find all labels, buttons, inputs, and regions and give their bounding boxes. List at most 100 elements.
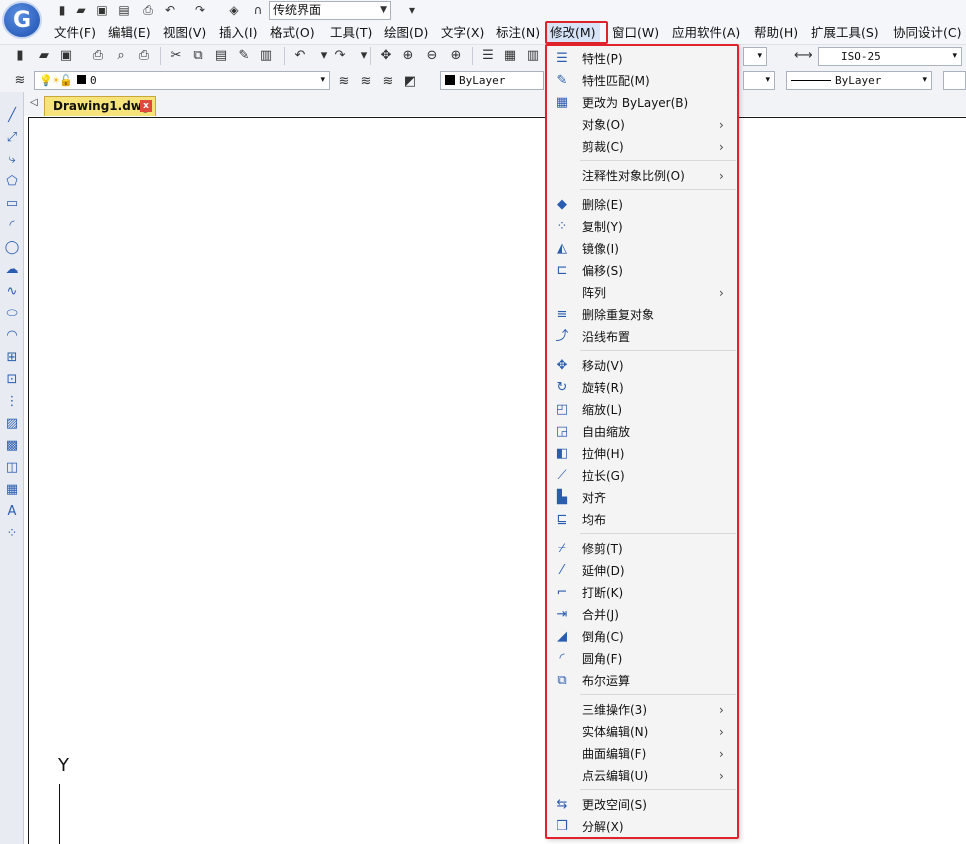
layers-icon[interactable]: ◈ [226, 2, 242, 18]
pan-icon[interactable]: ✥ [378, 48, 394, 64]
menu-4[interactable]: 格式(O) [270, 23, 315, 43]
menu-6[interactable]: 绘图(D) [384, 23, 428, 43]
layer-previous-icon[interactable]: ≋ [358, 74, 374, 90]
modify-menu-item[interactable]: ◆ 删除(E) [547, 194, 737, 216]
match-icon[interactable]: ✎ [236, 48, 252, 64]
menu-11[interactable]: 应用软件(A) [672, 23, 740, 43]
modify-menu-item[interactable]: 剪裁(C) › [547, 136, 737, 158]
linetype-combo-tail[interactable]: ▾ [743, 71, 775, 90]
menu-3[interactable]: 插入(I) [219, 23, 257, 43]
undo-drop-icon[interactable]: ▾ [316, 48, 332, 64]
modify-menu-item[interactable]: ◢ 倒角(C) [547, 626, 737, 648]
zoom-realtime-icon[interactable]: ⊕ [400, 48, 416, 64]
design-center-icon[interactable]: ▦ [502, 48, 518, 64]
make-current-layer-icon[interactable]: ≋ [336, 74, 352, 90]
text-icon[interactable]: A [4, 504, 20, 520]
modify-menu-item[interactable]: 点云编辑(U) › [547, 765, 737, 787]
dimstyle-combo[interactable]: ISO-25 ▾ [818, 47, 962, 66]
menu-5[interactable]: 工具(T) [330, 23, 372, 43]
modify-menu-item[interactable]: ✥ 移动(V) [547, 355, 737, 377]
plotstyle-combo[interactable] [943, 71, 966, 90]
save-icon[interactable]: ▣ [94, 2, 110, 18]
polyline-icon[interactable]: ⤷ [4, 152, 20, 168]
construction-line-icon[interactable]: ⤢ [4, 130, 20, 146]
spline-icon[interactable]: ∿ [4, 284, 20, 300]
modify-menu-item[interactable]: ↻ 旋转(R) [547, 377, 737, 399]
modify-menu-item[interactable]: 阵列 › [547, 282, 737, 304]
customize-quick-access-icon[interactable]: ▾ [404, 2, 420, 18]
modify-menu-item[interactable]: ⇥ 合并(J) [547, 604, 737, 626]
ellipse-icon[interactable]: ⬭ [4, 306, 20, 322]
revision-cloud-icon[interactable]: ☁ [4, 262, 20, 278]
redo-icon[interactable]: ↷ [192, 2, 208, 18]
modify-menu-item[interactable]: 对象(O) › [547, 114, 737, 136]
modify-menu-item[interactable]: ❒ 分解(X) [547, 816, 737, 838]
ellipse-arc-icon[interactable]: ◠ [4, 328, 20, 344]
layer-state-icon[interactable]: ≋ [380, 74, 396, 90]
modify-menu-item[interactable]: ◰ 缩放(L) [547, 399, 737, 421]
modify-menu-item[interactable]: ◲ 自由缩放 [547, 421, 737, 443]
headset-icon[interactable]: ∩ [250, 2, 266, 18]
tool-palette-icon[interactable]: ▥ [525, 48, 541, 64]
save-icon[interactable]: ▣ [58, 48, 74, 64]
open-icon[interactable]: ▰ [36, 48, 52, 64]
menu-13[interactable]: 扩展工具(S) [811, 23, 879, 43]
preview-icon[interactable]: ⌕ [113, 48, 129, 64]
modify-menu-item[interactable]: ≡ 删除重复对象 [547, 304, 737, 326]
menu-12[interactable]: 帮助(H) [754, 23, 798, 43]
hatch-icon[interactable]: ▨ [4, 416, 20, 432]
gradient-icon[interactable]: ▩ [4, 438, 20, 454]
modify-menu-item[interactable]: 实体编辑(N) › [547, 721, 737, 743]
modify-menu-item[interactable]: ◧ 拉伸(H) [547, 443, 737, 465]
close-icon[interactable]: x [140, 100, 152, 112]
modify-menu-item[interactable]: ◭ 镜像(I) [547, 238, 737, 260]
modify-menu-item[interactable]: ⌿ 修剪(T) [547, 538, 737, 560]
modify-menu-item[interactable]: ⁄ 延伸(D) [547, 560, 737, 582]
print-icon[interactable]: ⎙ [90, 48, 106, 64]
point-icon[interactable]: ⋮ [4, 394, 20, 410]
make-block-icon[interactable]: ⊡ [4, 372, 20, 388]
zoom-prev-icon[interactable]: ⊕ [448, 48, 464, 64]
paste-icon[interactable]: ▤ [213, 48, 229, 64]
modify-menu-item[interactable]: 三维操作(3) › [547, 699, 737, 721]
menu-8[interactable]: 标注(N) [496, 23, 540, 43]
save-as-icon[interactable]: ▤ [116, 2, 132, 18]
modify-menu-item[interactable]: ⧉ 布尔运算 [547, 670, 737, 692]
modify-menu-item[interactable]: ▦ 更改为 ByLayer(B) [547, 92, 737, 114]
color-combo[interactable]: ByLayer [440, 71, 544, 90]
insert-block-icon[interactable]: ⊞ [4, 350, 20, 366]
modify-menu-item[interactable]: 注释性对象比例(O) › [547, 165, 737, 187]
undo-icon[interactable]: ↶ [292, 48, 308, 64]
add-selected-icon[interactable]: ⁘ [4, 526, 20, 542]
textstyle-combo[interactable]: ▾ [743, 47, 767, 66]
chevron-down-icon[interactable]: ▼ [380, 2, 387, 19]
cut-icon[interactable]: ✂ [168, 48, 184, 64]
copy-icon[interactable]: ⧉ [190, 48, 206, 64]
print-icon[interactable]: ⎙ [140, 2, 156, 18]
arc-icon[interactable]: ◜ [4, 218, 20, 234]
menu-7[interactable]: 文字(X) [441, 23, 484, 43]
layer-manager-icon[interactable]: ≋ [12, 73, 28, 89]
properties-icon[interactable]: ☰ [480, 48, 496, 64]
zoom-window-icon[interactable]: ⊖ [424, 48, 440, 64]
tab-scroll-left-icon[interactable]: ◁ [30, 97, 38, 108]
menu-0[interactable]: 文件(F) [54, 23, 96, 43]
menu-2[interactable]: 视图(V) [163, 23, 206, 43]
layer-combo[interactable]: 💡☀🔓 0 ▾ [34, 71, 330, 90]
modify-menu-item[interactable]: 曲面编辑(F) › [547, 743, 737, 765]
document-tab[interactable]: Drawing1.dwg x [44, 96, 156, 116]
modify-menu-item[interactable]: ⌐ 打断(K) [547, 582, 737, 604]
menu-14[interactable]: 协同设计(C) [893, 23, 961, 43]
undo-icon[interactable]: ↶ [162, 2, 178, 18]
open-folder-icon[interactable]: ▰ [73, 2, 89, 18]
plot-icon[interactable]: ⎙ [136, 48, 152, 64]
modify-menu-item[interactable]: ⁘ 复制(Y) [547, 216, 737, 238]
drawing-canvas[interactable] [28, 117, 966, 844]
block-icon[interactable]: ▥ [258, 48, 274, 64]
modify-menu-item[interactable]: ⟋ 拉长(G) [547, 465, 737, 487]
layer-isolate-icon[interactable]: ◩ [402, 74, 418, 90]
region-icon[interactable]: ◫ [4, 460, 20, 476]
modify-menu-item[interactable]: ☰ 特性(P) [547, 48, 737, 70]
modify-menu-item[interactable]: ⇆ 更改空间(S) [547, 794, 737, 816]
circle-icon[interactable]: ◯ [4, 240, 20, 256]
